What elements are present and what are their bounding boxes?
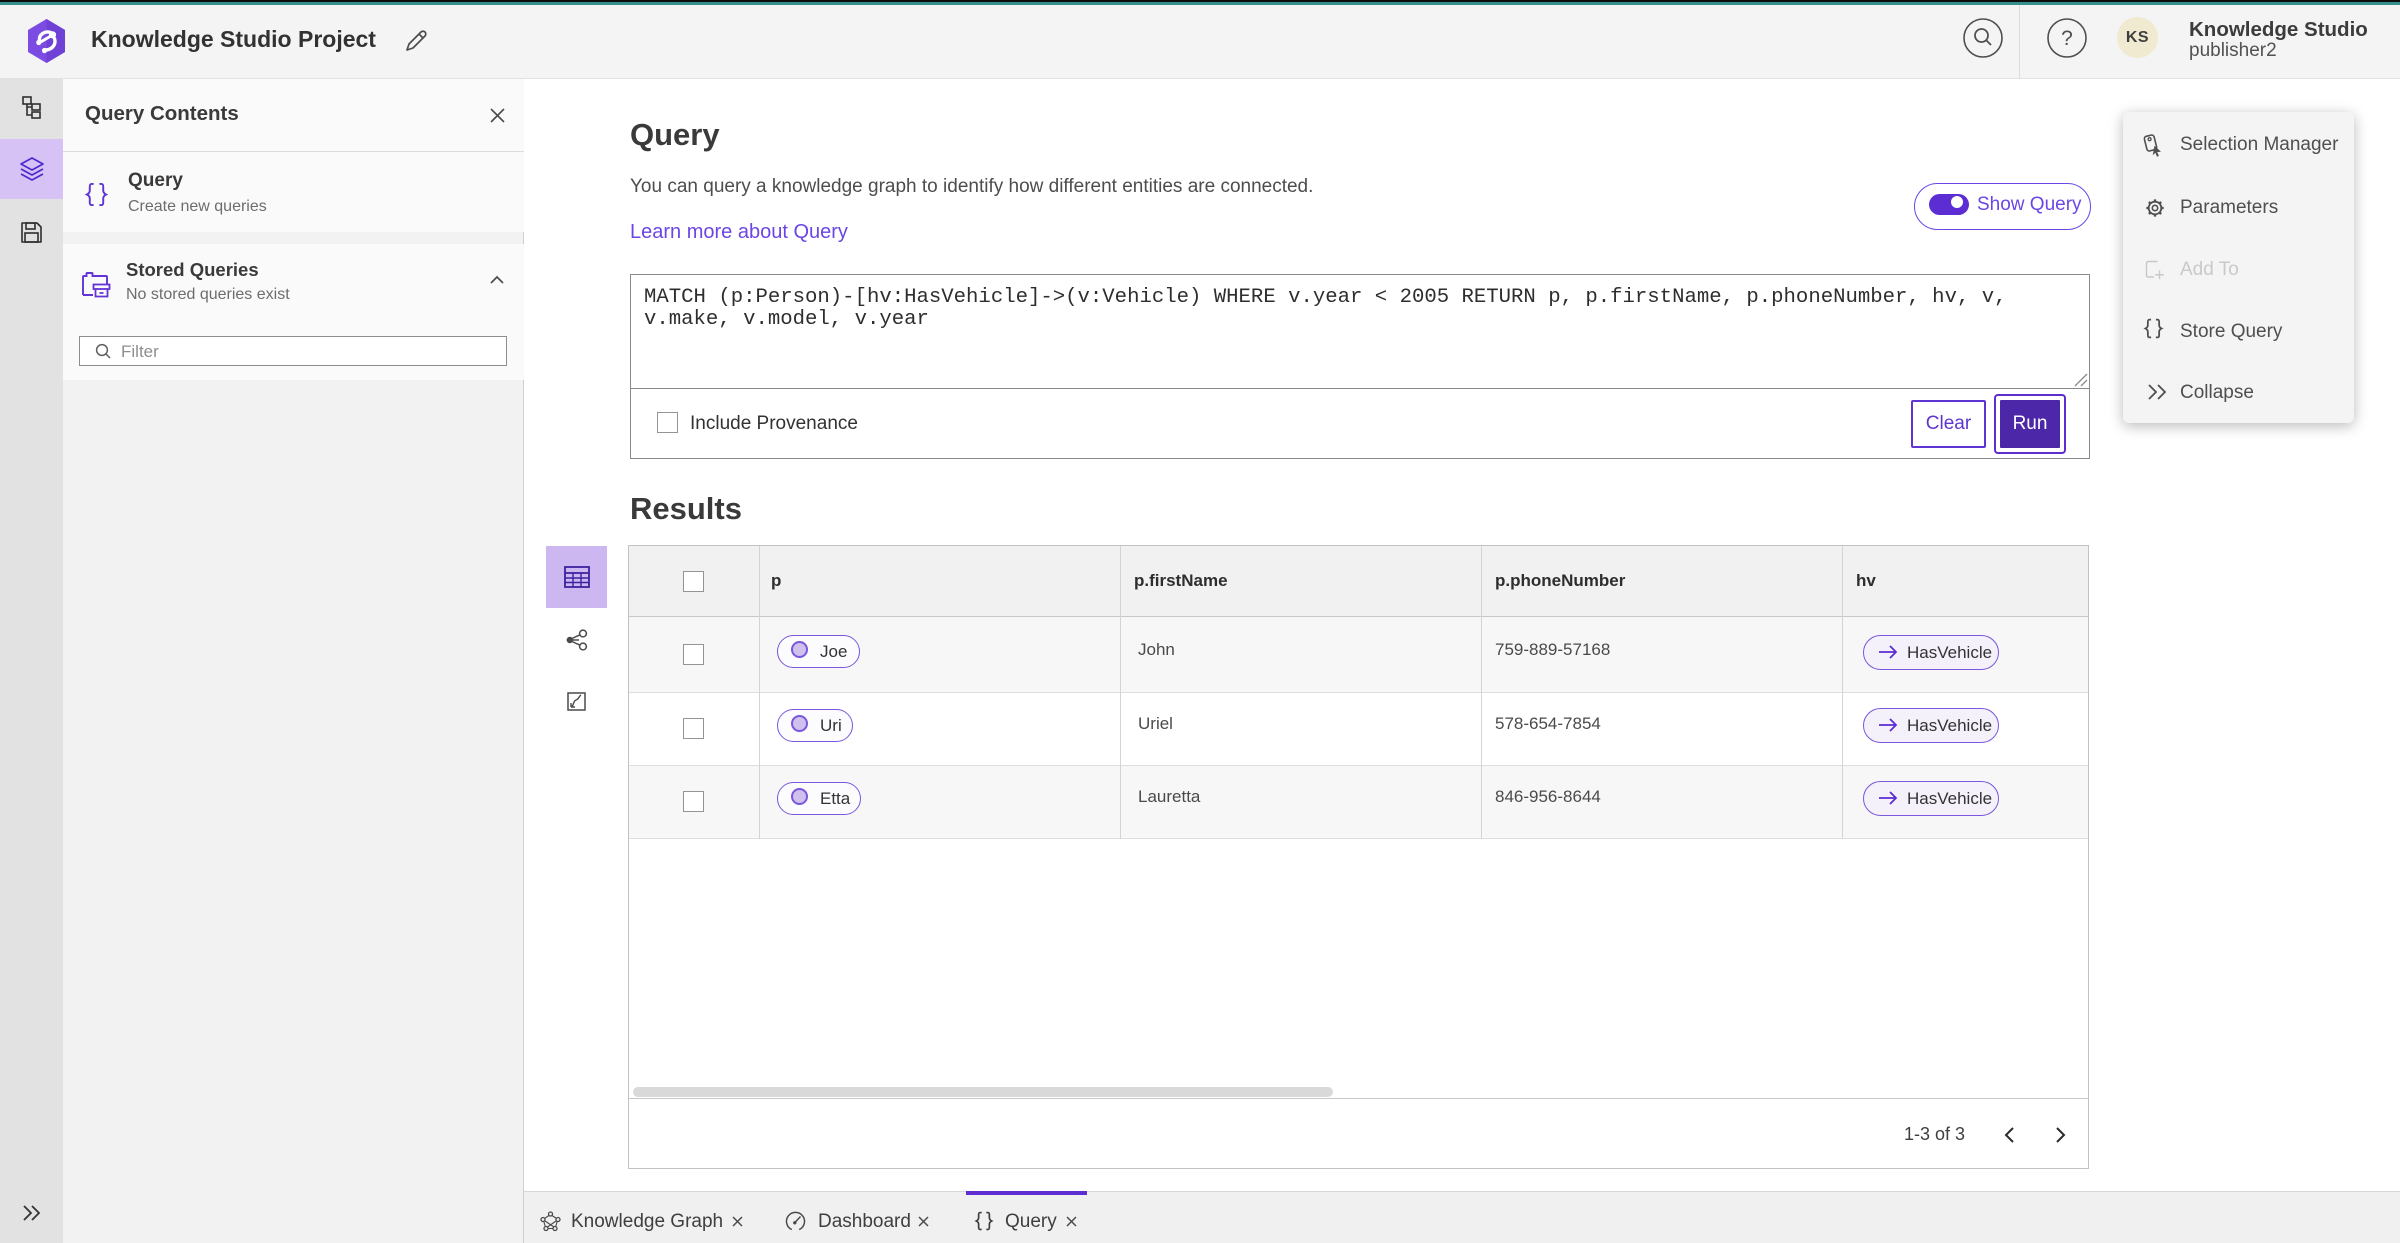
svg-text:?: ? xyxy=(2061,27,2073,50)
